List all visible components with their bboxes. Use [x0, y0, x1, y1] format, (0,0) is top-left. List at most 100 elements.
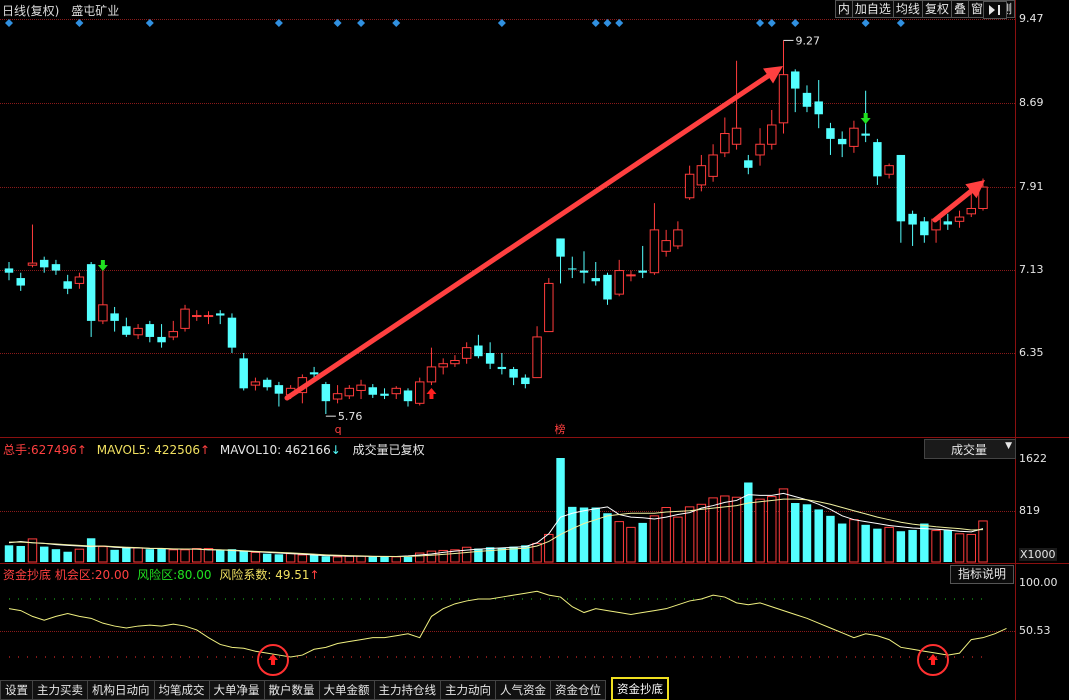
candle-body	[157, 336, 166, 343]
candle-body	[626, 274, 636, 277]
tab-retail-count[interactable]: 散户数量	[263, 680, 320, 700]
tab-popularity-funds[interactable]: 人气资金	[495, 680, 551, 700]
signal-diamond	[357, 19, 366, 27]
candle-body	[239, 358, 248, 389]
volume-bar	[344, 555, 355, 563]
signal-diamond	[274, 19, 283, 27]
volume-bar	[216, 549, 225, 562]
indicator-header: 资金抄底 机会区:20.00 风险区:80.00 风险系数: 49.51↑	[3, 566, 320, 583]
opp-label: 机会区:	[54, 568, 95, 582]
signal-diamond	[791, 19, 800, 27]
candle-body	[110, 313, 119, 321]
candle-body	[638, 270, 647, 273]
candle-body	[403, 390, 413, 402]
candle-body	[556, 238, 565, 257]
volume-bar	[661, 506, 671, 563]
signal-diamond	[896, 19, 905, 27]
volume-bar	[262, 553, 272, 562]
volume-bar	[826, 515, 835, 562]
volume-bar	[74, 548, 85, 563]
candle-body	[203, 315, 214, 318]
candle-body	[4, 268, 14, 273]
price-tick: 9.47	[1019, 12, 1044, 25]
candle-body	[145, 324, 155, 337]
buy-arrow-icon	[268, 654, 278, 665]
volume-bar	[884, 526, 894, 563]
tab-big-order-net[interactable]: 大单净量	[208, 680, 265, 700]
candle-body	[791, 71, 800, 89]
tab-main-buysell[interactable]: 主力买卖	[32, 680, 88, 700]
tab-settings[interactable]: 设置	[0, 680, 33, 700]
signal-diamond	[861, 19, 870, 27]
candle-body	[603, 274, 612, 300]
tab-fund-position[interactable]: 资金仓位	[550, 680, 606, 700]
candle-body	[966, 207, 976, 215]
volume-header: 总手:627496↑ MAVOL5: 422506↑ MAVOL10: 4621…	[3, 441, 425, 458]
volume-bar	[86, 538, 96, 562]
candle-body	[649, 229, 660, 274]
sell-arrow-icon	[97, 260, 108, 271]
mavol10-label: MAVOL10:	[219, 443, 282, 457]
volume-bar	[63, 551, 72, 562]
volume-tick: 819	[1019, 504, 1040, 517]
sell-arrow-icon	[860, 113, 871, 124]
volume-bar	[180, 549, 190, 563]
volume-bar	[133, 547, 143, 563]
indicator-tick: 50.53	[1019, 624, 1051, 637]
volume-bar	[474, 548, 483, 562]
tab-big-order-amount[interactable]: 大单金额	[318, 680, 375, 700]
volume-bar	[309, 554, 319, 562]
volume-bar	[626, 526, 636, 563]
volume-bar	[51, 549, 61, 562]
candle-body	[873, 142, 882, 177]
volume-bar	[954, 533, 965, 563]
signal-diamond	[5, 19, 13, 27]
volume-bar	[556, 458, 565, 562]
tab-institution-daily[interactable]: 机构日动向	[87, 680, 155, 700]
marker-bang: 榜	[555, 422, 566, 436]
tab-avg-trade[interactable]: 均笔成交	[153, 680, 210, 700]
volume-bar	[638, 522, 647, 562]
tab-main-trend[interactable]: 主力动向	[440, 680, 496, 700]
candle-body	[731, 127, 742, 145]
volume-bar	[297, 554, 308, 563]
down-arrow-icon: ↓	[330, 443, 341, 457]
volume-bar	[791, 503, 800, 562]
candle-body	[614, 270, 624, 295]
candle-body	[27, 262, 38, 266]
volume-bar	[332, 556, 343, 563]
volume-selector[interactable]: 成交量 ▼	[924, 439, 1016, 459]
price-tick: 8.69	[1019, 96, 1044, 109]
total-label: 总手:	[3, 443, 32, 457]
volume-bar	[98, 546, 108, 563]
candle-body	[262, 379, 272, 388]
volume-bar	[837, 523, 847, 562]
price-tick: 7.13	[1019, 263, 1044, 276]
signal-diamond	[145, 19, 154, 27]
volume-bar	[673, 516, 683, 563]
volume-bar	[603, 513, 612, 562]
high-label: 9.27	[796, 34, 821, 47]
stock-chart-window: 日线(复权) 盛屯矿业 内 加自选 均线 复权 叠 窗 预测 9.275.76q…	[0, 0, 1069, 700]
candle-body	[356, 384, 366, 391]
candle-body	[837, 138, 847, 145]
right-axis: 9.47 8.69 7.91 7.13 6.35 1622 819 X1000 …	[1015, 0, 1069, 700]
volume-bar	[696, 503, 707, 563]
price-tick: 7.91	[1019, 180, 1044, 193]
candle-body	[920, 221, 929, 236]
signal-diamond	[615, 19, 624, 27]
volume-bar	[755, 498, 765, 563]
candle-body	[826, 128, 835, 139]
tab-main-position-line[interactable]: 主力持仓线	[373, 680, 441, 700]
candle-body	[426, 366, 437, 383]
volume-bar	[39, 546, 49, 562]
volume-bar	[403, 556, 413, 562]
volume-bar	[321, 556, 331, 562]
tab-fund-bottom[interactable]: 资金抄底	[611, 677, 669, 700]
candle-body	[51, 264, 61, 271]
candle-body	[133, 327, 143, 336]
candle-body	[684, 173, 695, 199]
buy-arrow-icon	[928, 654, 938, 665]
candle-body	[814, 101, 823, 115]
indicator-help-button[interactable]: 指标说明	[950, 565, 1014, 584]
